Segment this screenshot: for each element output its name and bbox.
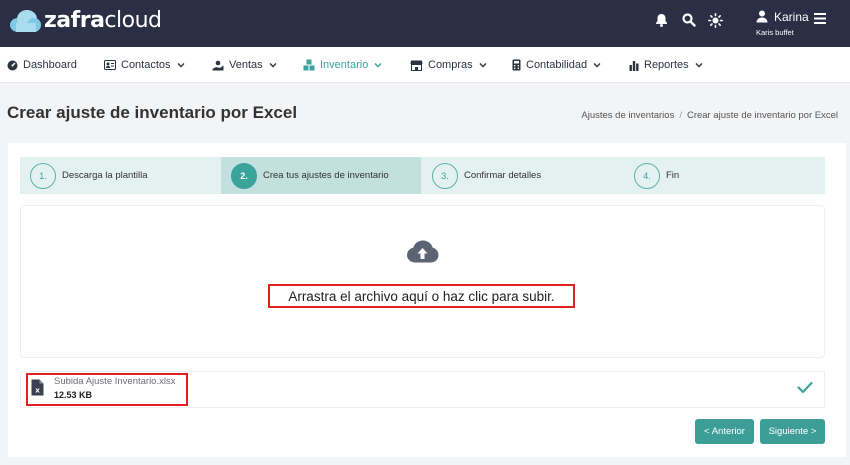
step-label: Crea tus ajustes de inventario: [263, 170, 389, 181]
next-button[interactable]: Siguiente >: [760, 419, 825, 444]
step-number: 3.: [432, 162, 458, 189]
chevron-down-icon: [695, 63, 703, 68]
step-number: 2.: [231, 162, 257, 189]
main-nav: Dashboard Contactos Ventas Inventario Co…: [0, 47, 850, 83]
menu-icon[interactable]: [814, 11, 826, 29]
file-size: 12.53 KB: [54, 390, 93, 400]
nav-item-ventas[interactable]: Ventas: [212, 47, 277, 83]
contacts-icon: [104, 60, 116, 70]
cloud-logo-icon: [10, 9, 41, 32]
breadcrumb-separator: /: [679, 110, 682, 121]
bar-chart-icon: [629, 60, 639, 71]
nav-item-reportes[interactable]: Reportes: [629, 47, 703, 83]
stepper: 1. Descarga la plantilla 2. Crea tus aju…: [20, 157, 825, 194]
nav-item-compras[interactable]: Compras: [410, 47, 487, 83]
step-2[interactable]: 2. Crea tus ajustes de inventario: [221, 157, 421, 194]
step-4[interactable]: 4. Fin: [634, 157, 814, 194]
upload-instruction[interactable]: Arrastra el archivo aquí o haz clic para…: [268, 284, 575, 308]
step-1[interactable]: 1. Descarga la plantilla: [30, 157, 230, 194]
breadcrumb-current: Crear ajuste de inventario por Excel: [686, 110, 838, 121]
chevron-down-icon: [593, 63, 601, 68]
search-icon[interactable]: [682, 13, 696, 32]
step-label: Descarga la plantilla: [62, 170, 148, 181]
step-3[interactable]: 3. Confirmar detalles: [432, 157, 632, 194]
nav-item-dashboard[interactable]: Dashboard: [7, 47, 77, 83]
nav-item-contactos[interactable]: Contactos: [104, 47, 185, 83]
nav-label: Contabilidad: [526, 59, 588, 71]
page-title: Crear ajuste de inventario por Excel: [7, 103, 298, 122]
cloud-upload-icon[interactable]: [406, 240, 439, 269]
bell-icon[interactable]: [655, 13, 668, 32]
check-icon: [797, 381, 813, 399]
store-icon: [410, 60, 423, 71]
user-icon: [756, 10, 768, 28]
top-bar: zafracloud Karina Karis buffet: [0, 0, 850, 47]
step-label: Confirmar detalles: [464, 170, 542, 181]
logo-text: zafracloud: [44, 8, 162, 33]
nav-item-inventario[interactable]: Inventario: [303, 47, 382, 83]
svg-text:x: x: [35, 387, 40, 395]
user-name: Karina: [774, 10, 809, 24]
nav-label: Reportes: [644, 59, 689, 71]
nav-label: Inventario: [320, 59, 369, 71]
chevron-down-icon: [269, 63, 277, 68]
nav-label: Dashboard: [23, 59, 77, 71]
file-dropzone[interactable]: [20, 205, 825, 358]
calculator-icon: [512, 59, 521, 71]
nav-item-contabilidad[interactable]: Contabilidad: [512, 47, 601, 83]
nav-label: Compras: [428, 59, 473, 71]
chevron-down-icon: [479, 63, 487, 68]
logo[interactable]: zafracloud: [8, 8, 162, 33]
nav-label: Ventas: [229, 59, 263, 71]
nav-label: Contactos: [121, 59, 171, 71]
chevron-down-icon: [177, 63, 185, 68]
chevron-down-icon: [374, 63, 382, 68]
file-name: Subida Ajuste Inventario.xlsx: [54, 376, 176, 387]
sun-icon[interactable]: [708, 13, 723, 33]
sales-icon: [212, 60, 224, 70]
excel-file-icon: x: [31, 379, 44, 401]
step-number: 1.: [30, 162, 56, 189]
breadcrumb-link[interactable]: Ajustes de inventarios: [581, 110, 674, 121]
user-company: Karis buffet: [756, 28, 794, 37]
step-label: Fin: [666, 170, 680, 181]
step-number: 4.: [634, 162, 660, 189]
previous-button[interactable]: < Anterior: [695, 419, 754, 444]
dashboard-icon: [7, 60, 18, 70]
breadcrumb: Ajustes de inventarios / Crear ajuste de i…: [581, 110, 838, 121]
inventory-icon: [303, 59, 315, 71]
